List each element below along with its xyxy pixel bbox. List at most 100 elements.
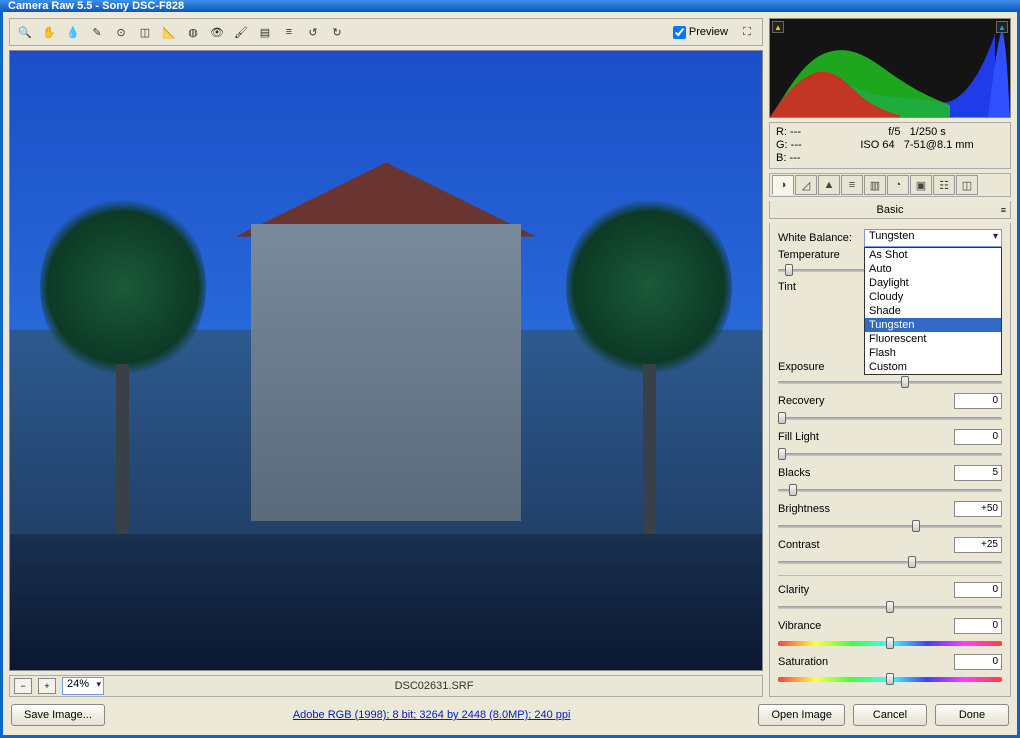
- vibrance-label: Vibrance: [778, 620, 858, 632]
- panel-tabs: ◑ ◿ ▲ ≡ ▥ ◔ ▣ ☷ ◫: [769, 173, 1011, 197]
- white-balance-select[interactable]: Tungsten: [864, 229, 1002, 247]
- contrast-slider[interactable]: [778, 555, 1002, 569]
- zoom-out-button[interactable]: −: [14, 678, 32, 694]
- cancel-button[interactable]: Cancel: [853, 704, 927, 726]
- tab-snapshots-icon[interactable]: ◫: [956, 175, 978, 195]
- color-sampler-tool-icon[interactable]: ✎: [86, 21, 108, 43]
- preferences-icon[interactable]: ≡: [278, 21, 300, 43]
- exposure-label: Exposure: [778, 361, 858, 373]
- wb-option-custom[interactable]: Custom: [865, 360, 1001, 374]
- recovery-value[interactable]: 0: [954, 393, 1002, 409]
- g-readout: G: ---: [776, 139, 826, 152]
- tint-label: Tint: [778, 281, 858, 293]
- panel-header: Basic ≡: [769, 201, 1011, 219]
- wb-option-cloudy[interactable]: Cloudy: [865, 290, 1001, 304]
- wb-option-flash[interactable]: Flash: [865, 346, 1001, 360]
- target-adjust-tool-icon[interactable]: ⊙: [110, 21, 132, 43]
- tab-split-icon[interactable]: ▥: [864, 175, 886, 195]
- camera-raw-window: Camera Raw 5.5 - Sony DSC-F828 🔍 ✋ 💧 ✎ ⊙…: [0, 0, 1020, 663]
- photo-content: [10, 51, 762, 670]
- titlebar: Camera Raw 5.5 - Sony DSC-F828: [0, 0, 1020, 12]
- blacks-label: Blacks: [778, 467, 858, 479]
- exposure-slider[interactable]: [778, 375, 1002, 389]
- white-balance-label: White Balance:: [778, 232, 858, 244]
- brightness-slider[interactable]: [778, 519, 1002, 533]
- zoom-in-button[interactable]: +: [38, 678, 56, 694]
- straighten-tool-icon[interactable]: 📐: [158, 21, 180, 43]
- clarity-label: Clarity: [778, 584, 858, 596]
- basic-panel: White Balance: Tungsten As Shot Auto Day…: [769, 223, 1011, 697]
- contrast-value[interactable]: +25: [954, 537, 1002, 553]
- highlight-clip-warning-icon[interactable]: ▲: [996, 21, 1008, 33]
- window-body: 🔍 ✋ 💧 ✎ ⊙ ◫ 📐 ◍ 👁 🖌 ▤ ≡ ↺ ↻: [0, 12, 1020, 738]
- recovery-label: Recovery: [778, 395, 858, 407]
- saturation-slider[interactable]: [778, 672, 1002, 686]
- blacks-value[interactable]: 5: [954, 465, 1002, 481]
- wb-option-fluorescent[interactable]: Fluorescent: [865, 332, 1001, 346]
- wb-option-auto[interactable]: Auto: [865, 262, 1001, 276]
- tab-detail-icon[interactable]: ▲: [818, 175, 840, 195]
- rotate-ccw-icon[interactable]: ↺: [302, 21, 324, 43]
- shadow-clip-warning-icon[interactable]: ▲: [772, 21, 784, 33]
- panel-menu-icon[interactable]: ≡: [1001, 205, 1006, 215]
- temperature-label: Temperature: [778, 249, 858, 261]
- tab-curve-icon[interactable]: ◿: [795, 175, 817, 195]
- r-readout: R: ---: [776, 126, 826, 139]
- tab-basic-icon[interactable]: ◑: [772, 175, 794, 195]
- save-image-button[interactable]: Save Image...: [11, 704, 105, 726]
- workflow-options-link[interactable]: Adobe RGB (1998); 8 bit; 3264 by 2448 (8…: [113, 709, 751, 721]
- saturation-value[interactable]: 0: [954, 654, 1002, 670]
- blacks-slider[interactable]: [778, 483, 1002, 497]
- wb-option-tungsten[interactable]: Tungsten: [865, 318, 1001, 332]
- window-title: Camera Raw 5.5 - Sony DSC-F828: [8, 0, 184, 12]
- hand-tool-icon[interactable]: ✋: [38, 21, 60, 43]
- image-preview[interactable]: [9, 50, 763, 671]
- rotate-cw-icon[interactable]: ↻: [326, 21, 348, 43]
- tab-presets-icon[interactable]: ☷: [933, 175, 955, 195]
- fill-light-value[interactable]: 0: [954, 429, 1002, 445]
- clarity-slider[interactable]: [778, 600, 1002, 614]
- histogram[interactable]: ▲ ▲: [769, 18, 1011, 118]
- tab-hsl-icon[interactable]: ≡: [841, 175, 863, 195]
- status-bar: − + 24% DSC02631.SRF: [9, 675, 763, 697]
- b-readout: B: ---: [776, 152, 826, 165]
- focal-label: 7-51@8.1 mm: [904, 139, 974, 151]
- brightness-value[interactable]: +50: [954, 501, 1002, 517]
- panel-title: Basic: [877, 204, 904, 216]
- aperture-label: f/5: [888, 126, 900, 138]
- adjustment-brush-icon[interactable]: 🖌: [230, 21, 252, 43]
- zoom-select[interactable]: 24%: [62, 677, 104, 695]
- recovery-slider[interactable]: [778, 411, 1002, 425]
- toolbar: 🔍 ✋ 💧 ✎ ⊙ ◫ 📐 ◍ 👁 🖌 ▤ ≡ ↺ ↻: [9, 18, 763, 46]
- zoom-tool-icon[interactable]: 🔍: [14, 21, 36, 43]
- redeye-tool-icon[interactable]: 👁: [206, 21, 228, 43]
- tab-lens-icon[interactable]: ◔: [887, 175, 909, 195]
- vibrance-slider[interactable]: [778, 636, 1002, 650]
- saturation-label: Saturation: [778, 656, 858, 668]
- preview-checkbox-input[interactable]: [673, 26, 686, 39]
- preview-label: Preview: [689, 26, 728, 38]
- white-balance-tool-icon[interactable]: 💧: [62, 21, 84, 43]
- wb-option-as-shot[interactable]: As Shot: [865, 248, 1001, 262]
- preview-checkbox[interactable]: Preview: [673, 26, 728, 39]
- fullscreen-icon[interactable]: ⛶: [736, 21, 758, 43]
- open-image-button[interactable]: Open Image: [758, 704, 845, 726]
- crop-tool-icon[interactable]: ◫: [134, 21, 156, 43]
- spot-removal-tool-icon[interactable]: ◍: [182, 21, 204, 43]
- clarity-value[interactable]: 0: [954, 582, 1002, 598]
- brightness-label: Brightness: [778, 503, 858, 515]
- wb-option-shade[interactable]: Shade: [865, 304, 1001, 318]
- exif-info: R: --- G: --- B: --- f/5 1/250 s ISO 64 …: [769, 122, 1011, 169]
- contrast-label: Contrast: [778, 539, 858, 551]
- vibrance-value[interactable]: 0: [954, 618, 1002, 634]
- white-balance-dropdown[interactable]: As Shot Auto Daylight Cloudy Shade Tungs…: [864, 247, 1002, 375]
- fill-light-slider[interactable]: [778, 447, 1002, 461]
- wb-option-daylight[interactable]: Daylight: [865, 276, 1001, 290]
- fill-light-label: Fill Light: [778, 431, 858, 443]
- shutter-label: 1/250 s: [910, 126, 946, 138]
- bottom-bar: Save Image... Adobe RGB (1998); 8 bit; 3…: [9, 701, 1011, 729]
- tab-camera-icon[interactable]: ▣: [910, 175, 932, 195]
- iso-label: ISO 64: [860, 139, 894, 151]
- graduated-filter-icon[interactable]: ▤: [254, 21, 276, 43]
- done-button[interactable]: Done: [935, 704, 1009, 726]
